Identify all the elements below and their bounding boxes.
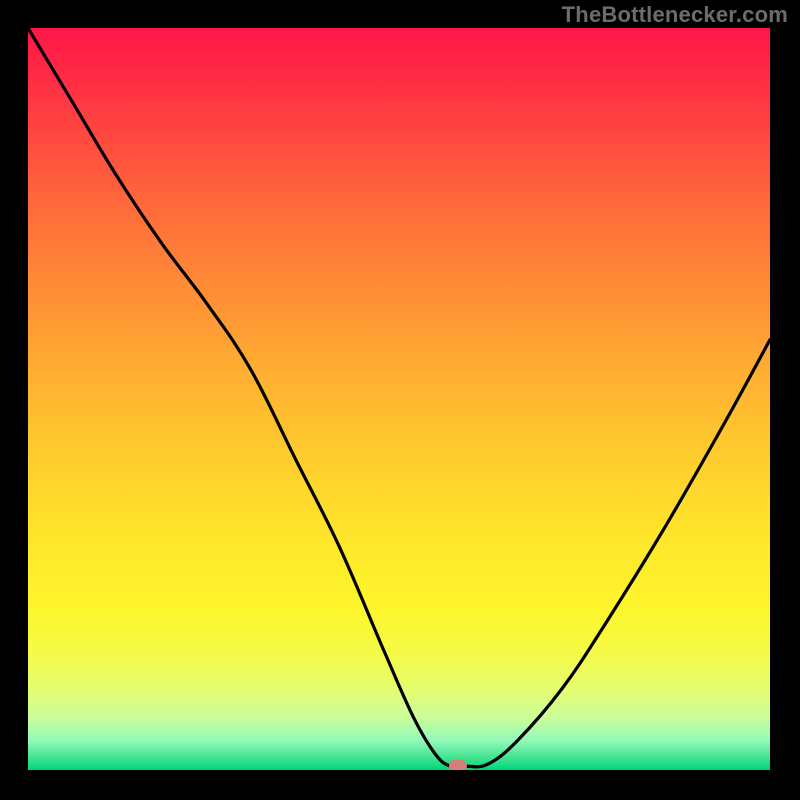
optimal-marker [449, 760, 467, 770]
plot-area [28, 28, 770, 770]
bottleneck-curve [28, 28, 770, 770]
watermark-text: TheBottlenecker.com [562, 2, 788, 28]
chart-frame: TheBottlenecker.com [0, 0, 800, 800]
curve-path [28, 28, 770, 767]
